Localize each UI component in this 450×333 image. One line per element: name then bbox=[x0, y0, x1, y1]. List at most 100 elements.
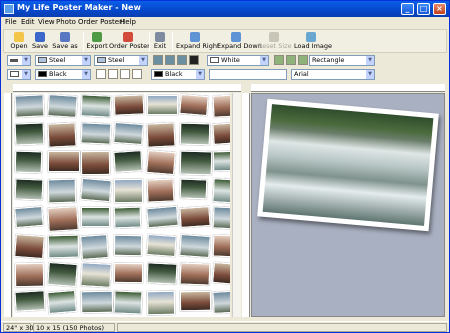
export-button[interactable]: Export bbox=[86, 31, 108, 53]
collage-photo[interactable] bbox=[80, 206, 111, 228]
collage-photo[interactable] bbox=[80, 290, 114, 314]
collage-photo[interactable] bbox=[14, 150, 43, 174]
align-option-2[interactable] bbox=[108, 69, 118, 79]
text-color-select-2[interactable]: Black ▼ bbox=[151, 69, 205, 80]
border-color-select-2[interactable]: Steel ▼ bbox=[94, 55, 148, 66]
collage-photo[interactable] bbox=[146, 290, 176, 316]
collage-photo[interactable] bbox=[212, 122, 230, 145]
collage-photo[interactable] bbox=[179, 262, 211, 286]
collage-photo[interactable] bbox=[14, 205, 44, 229]
collage-photo[interactable] bbox=[113, 262, 144, 284]
collage-photo[interactable] bbox=[113, 121, 144, 146]
collage-photo[interactable] bbox=[47, 206, 79, 232]
order-poster-button[interactable]: Order Poster bbox=[109, 31, 150, 53]
collage-photo[interactable] bbox=[14, 178, 44, 201]
collage-photo[interactable] bbox=[80, 122, 112, 145]
collage-photo[interactable] bbox=[14, 94, 45, 118]
collage-photo[interactable] bbox=[179, 290, 212, 312]
collage-photo[interactable] bbox=[146, 94, 179, 116]
exit-button[interactable]: Exit bbox=[152, 31, 168, 53]
collage-photo[interactable] bbox=[113, 290, 143, 315]
collage-photo[interactable] bbox=[47, 234, 80, 259]
collage-photo[interactable] bbox=[179, 93, 209, 117]
close-button[interactable]: × bbox=[433, 3, 446, 15]
collage-photo[interactable] bbox=[80, 262, 112, 288]
collage-photo[interactable] bbox=[14, 290, 46, 312]
border-style-select[interactable]: ▼ bbox=[7, 55, 31, 66]
collage-photo[interactable] bbox=[113, 206, 142, 229]
collage-photo[interactable] bbox=[179, 178, 208, 200]
collage-photo[interactable] bbox=[14, 262, 45, 288]
collage-photo[interactable] bbox=[48, 151, 80, 172]
collage-photo[interactable] bbox=[47, 178, 77, 204]
collage-photo[interactable] bbox=[80, 177, 112, 203]
layout-option-3[interactable] bbox=[177, 55, 187, 65]
collage-photo[interactable] bbox=[113, 150, 143, 173]
collage-photo[interactable] bbox=[212, 150, 230, 172]
expand-down-button[interactable]: Expand Down bbox=[217, 31, 262, 53]
collage-photo[interactable] bbox=[146, 149, 176, 176]
collage-photo[interactable] bbox=[80, 94, 112, 118]
collage-photo[interactable] bbox=[179, 233, 211, 259]
collage-photo[interactable] bbox=[146, 233, 177, 258]
collage-photo[interactable] bbox=[80, 234, 109, 260]
layout-option-4[interactable] bbox=[189, 55, 199, 65]
collage-photo[interactable] bbox=[47, 289, 77, 315]
collage-photo[interactable] bbox=[212, 234, 230, 258]
collage-photo[interactable] bbox=[212, 178, 230, 204]
caption-text-input[interactable] bbox=[209, 69, 287, 80]
menu-photo[interactable]: Photo bbox=[56, 18, 76, 26]
collage-canvas[interactable] bbox=[13, 93, 230, 317]
maximize-button[interactable]: □ bbox=[417, 3, 430, 15]
selected-photo-preview[interactable] bbox=[257, 98, 439, 232]
save-as-button[interactable]: Save as bbox=[52, 31, 78, 53]
collage-photo[interactable] bbox=[47, 122, 77, 148]
load-image-button[interactable]: Load Image bbox=[294, 31, 332, 53]
collage-photo[interactable] bbox=[47, 94, 78, 118]
minimize-button[interactable]: _ bbox=[401, 3, 414, 15]
align-option-4[interactable] bbox=[132, 69, 142, 79]
collage-photo[interactable] bbox=[146, 122, 176, 148]
menu-edit[interactable]: Edit bbox=[21, 18, 35, 26]
collage-photo[interactable] bbox=[146, 178, 175, 203]
collage-photo[interactable] bbox=[212, 206, 230, 230]
layout-option-1[interactable] bbox=[153, 55, 163, 65]
vertical-scrollbar[interactable] bbox=[232, 93, 241, 317]
expand-right-button[interactable]: Expand Right bbox=[176, 31, 220, 53]
text-color-select-1[interactable]: Black ▼ bbox=[35, 69, 91, 80]
collage-photo[interactable] bbox=[212, 94, 230, 118]
collage-photo[interactable] bbox=[179, 206, 211, 228]
collage-photo[interactable] bbox=[146, 262, 178, 285]
collage-photo[interactable] bbox=[179, 150, 213, 176]
collage-photo[interactable] bbox=[80, 150, 111, 176]
collage-photo[interactable] bbox=[113, 234, 143, 257]
collage-photo[interactable] bbox=[14, 233, 45, 260]
layout-option-2[interactable] bbox=[165, 55, 175, 65]
collage-photo[interactable] bbox=[14, 122, 45, 146]
menu-view[interactable]: View bbox=[38, 18, 55, 26]
collage-photo[interactable] bbox=[113, 178, 144, 204]
menu-help[interactable]: Help bbox=[120, 18, 136, 26]
menu-file[interactable]: File bbox=[5, 18, 17, 26]
border-color-select-1[interactable]: Steel ▼ bbox=[35, 55, 91, 66]
background-color-select[interactable]: White ▼ bbox=[207, 55, 269, 66]
collage-photo[interactable] bbox=[146, 205, 179, 229]
shape-option-1[interactable] bbox=[274, 55, 284, 65]
align-option-1[interactable] bbox=[96, 69, 106, 79]
collage-photo[interactable] bbox=[47, 261, 78, 288]
reset-size-button[interactable]: Reset Size bbox=[258, 31, 292, 53]
collage-photo[interactable] bbox=[179, 122, 211, 146]
collage-photo[interactable] bbox=[212, 290, 230, 314]
collage-photo[interactable] bbox=[212, 261, 230, 286]
font-select[interactable]: Arial ▼ bbox=[291, 69, 375, 80]
menu-order-poster[interactable]: Order Poster! bbox=[78, 18, 125, 26]
shape-select[interactable]: Rectangle ▼ bbox=[309, 55, 375, 66]
title-bar[interactable]: My Life Poster Maker - New _ □ × bbox=[1, 1, 449, 17]
align-option-3[interactable] bbox=[120, 69, 130, 79]
photo-preview-pane[interactable] bbox=[251, 93, 445, 317]
collage-photo[interactable] bbox=[113, 94, 145, 116]
shape-option-2[interactable] bbox=[286, 55, 296, 65]
open-button[interactable]: Open bbox=[10, 31, 28, 53]
save-button[interactable]: Save bbox=[31, 31, 49, 53]
shape-option-3[interactable] bbox=[298, 55, 308, 65]
